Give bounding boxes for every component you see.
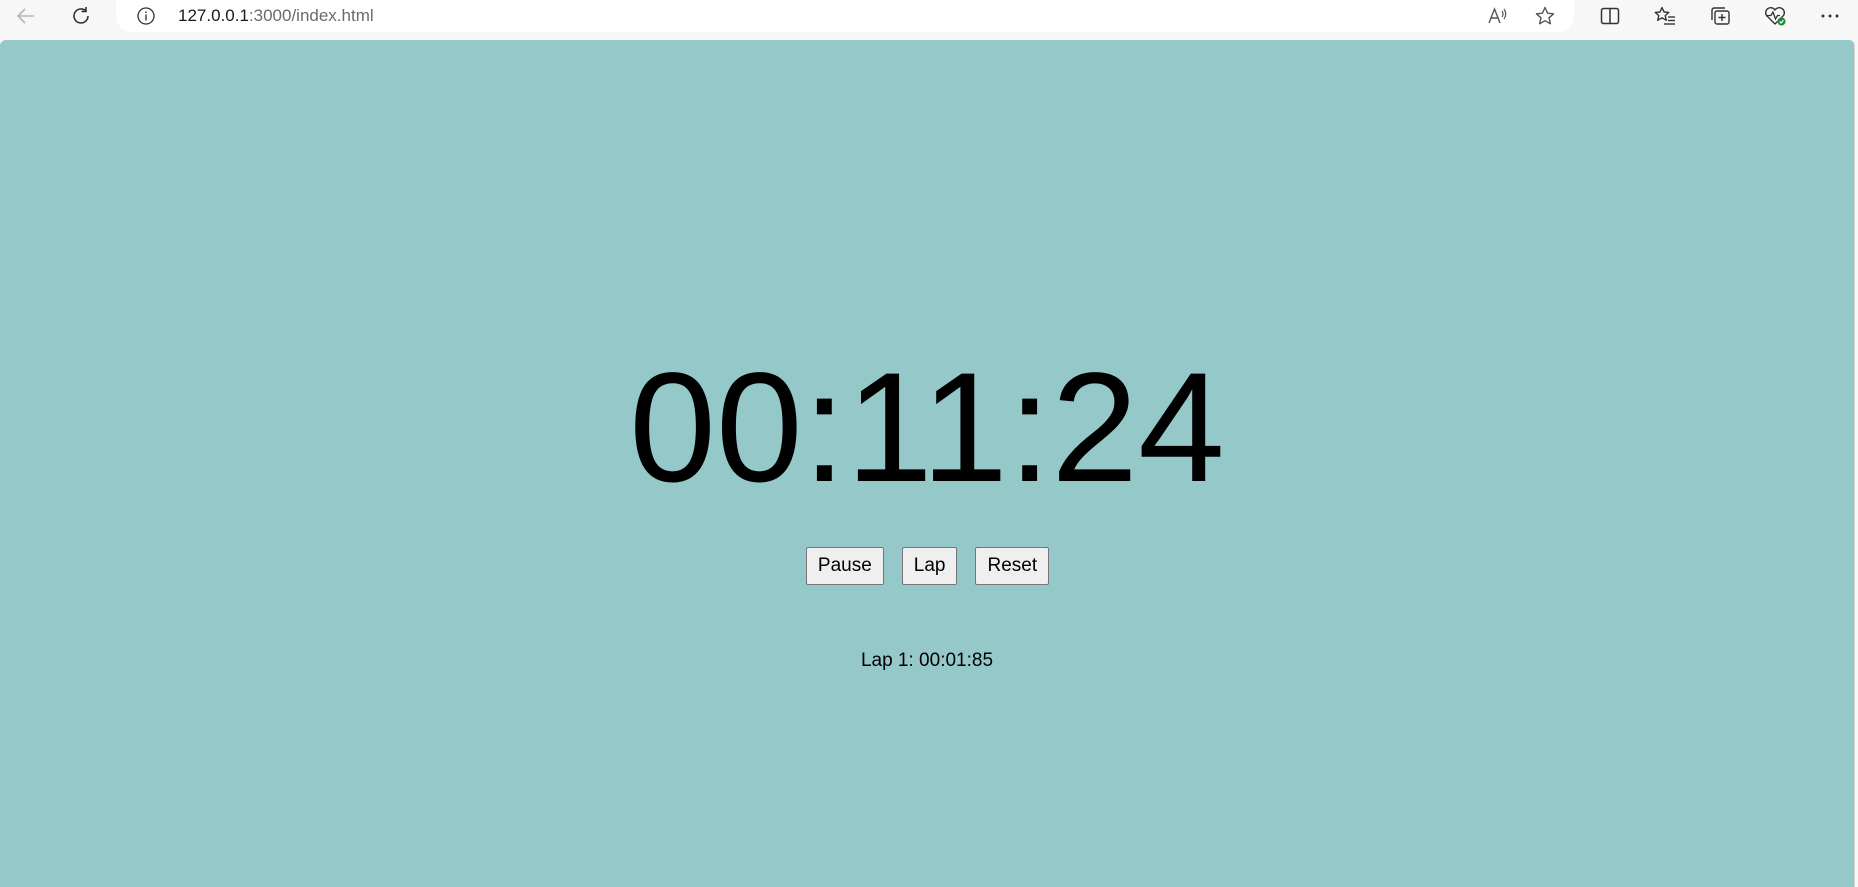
url-host: 127.0.0.1 [178,6,249,25]
lap-list: Lap 1: 00:01:85 [0,648,1854,674]
address-actions [1486,0,1556,32]
collections-icon [1711,7,1730,25]
url-text[interactable]: 127.0.0.1:3000/index.html [178,0,374,32]
address-bar[interactable]: 127.0.0.1:3000/index.html [116,0,1574,32]
favorites-button[interactable] [1645,0,1685,32]
lap-item: Lap 1: 00:01:85 [860,650,994,671]
browser-toolbar: 127.0.0.1:3000/index.html [0,0,1858,40]
url-path: :3000/index.html [248,6,374,25]
more-icon [1821,14,1839,18]
page-viewport: 00:11:24 Pause Lap Reset Lap 1: 00:01:85 [0,40,1855,887]
more-button[interactable] [1810,0,1850,32]
back-arrow-icon [16,8,34,24]
lap-button[interactable]: Lap [901,547,958,585]
back-button[interactable] [6,0,46,32]
collections-button[interactable] [1700,0,1740,32]
pause-button[interactable]: Pause [805,547,884,585]
info-icon[interactable] [136,6,156,26]
time-display: 00:11:24 [629,341,1225,515]
browser-essentials-icon [1765,6,1786,26]
split-screen-button[interactable] [1590,0,1630,32]
stopwatch-controls: Pause Lap Reset [0,547,1854,585]
reset-button[interactable]: Reset [975,547,1050,585]
reload-button[interactable] [61,0,101,32]
star-icon[interactable] [1534,5,1556,27]
browser-essentials-button[interactable] [1755,0,1795,32]
favorites-icon [1654,6,1675,25]
reload-icon [73,7,89,24]
read-aloud-icon[interactable] [1486,5,1508,27]
split-screen-icon [1600,7,1620,25]
